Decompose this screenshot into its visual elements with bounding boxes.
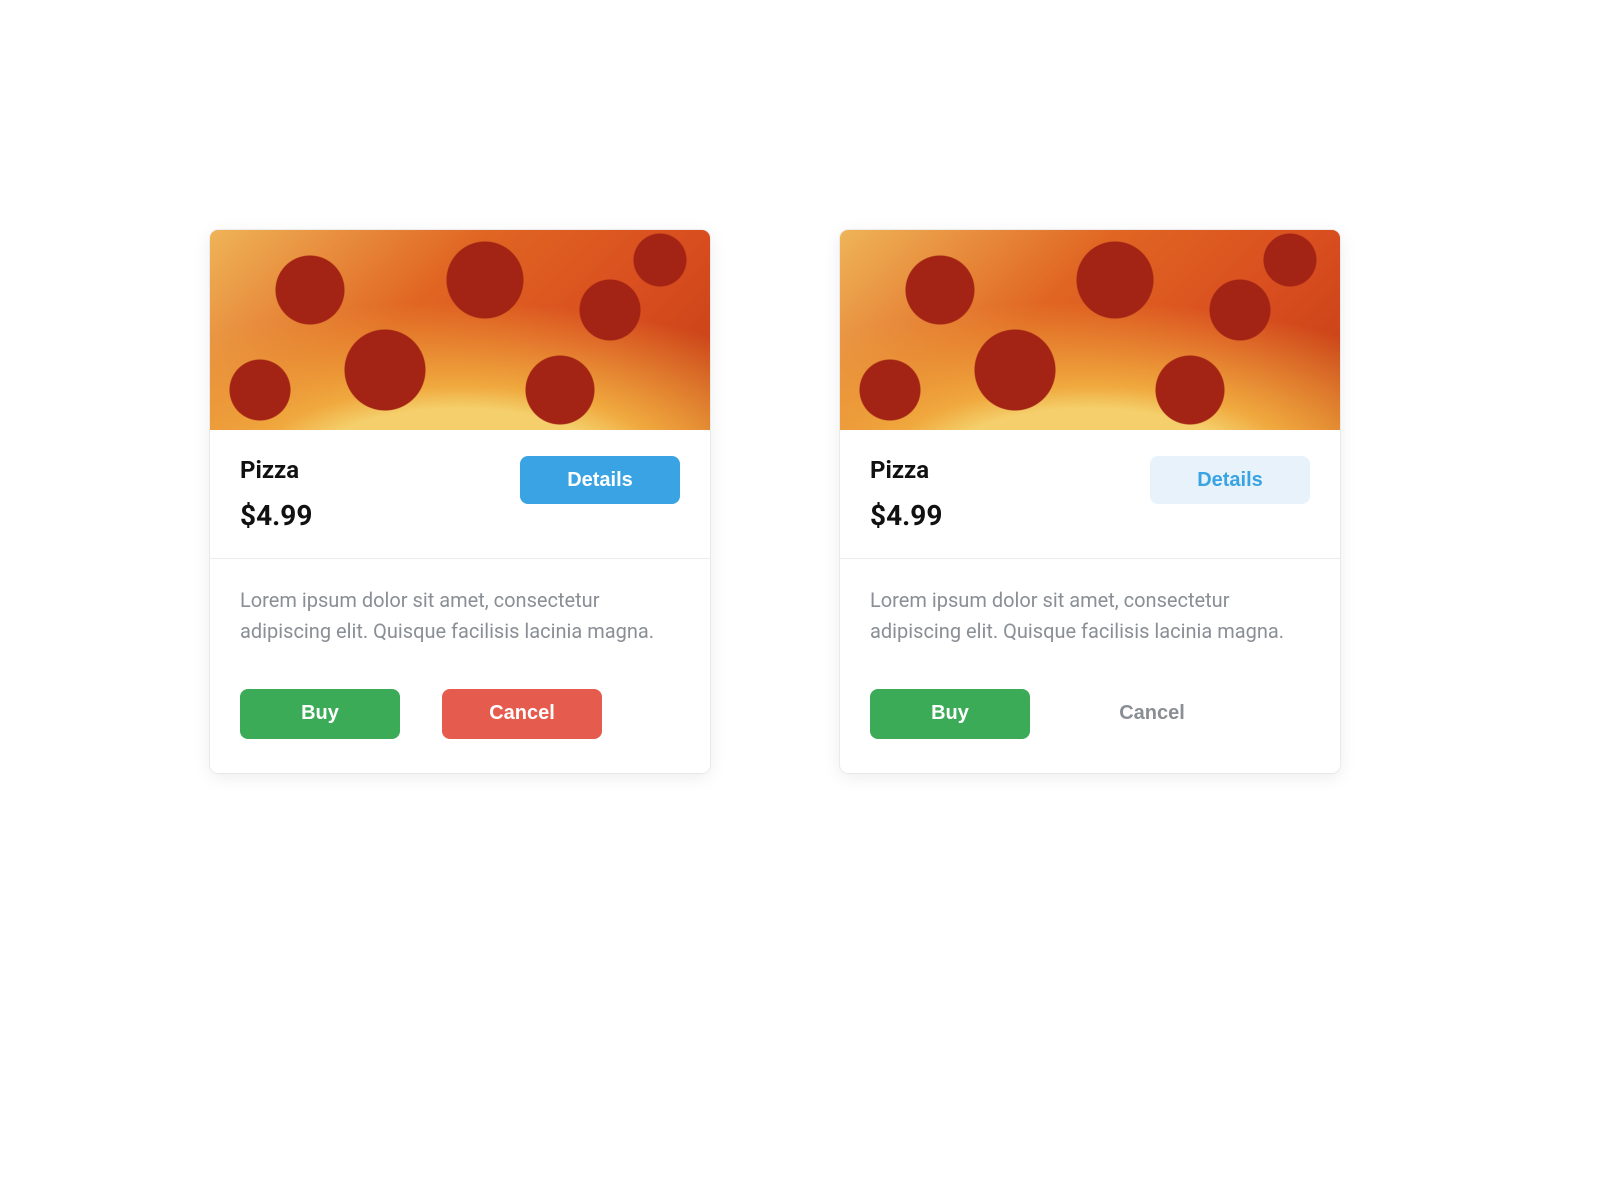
- cancel-button[interactable]: Cancel: [442, 689, 602, 739]
- card-actions: Buy Cancel: [240, 689, 680, 739]
- product-title: Pizza: [870, 456, 942, 485]
- product-description: Lorem ipsum dolor sit amet, consectetur …: [240, 585, 680, 647]
- card-actions: Buy Cancel: [870, 689, 1310, 739]
- card-header: Pizza $4.99 Details: [210, 430, 710, 558]
- details-button[interactable]: Details: [520, 456, 680, 504]
- buy-button[interactable]: Buy: [870, 689, 1030, 739]
- pizza-image: [210, 230, 710, 430]
- card-row: Pizza $4.99 Details Lorem ipsum dolor si…: [210, 230, 1340, 773]
- card-header: Pizza $4.99 Details: [840, 430, 1340, 558]
- product-price: $4.99: [870, 499, 942, 532]
- card-body: Lorem ipsum dolor sit amet, consectetur …: [840, 559, 1340, 773]
- card-heading: Pizza $4.99: [240, 456, 312, 532]
- card-body: Lorem ipsum dolor sit amet, consectetur …: [210, 559, 710, 773]
- product-card: Pizza $4.99 Details Lorem ipsum dolor si…: [210, 230, 710, 773]
- card-heading: Pizza $4.99: [870, 456, 942, 532]
- product-price: $4.99: [240, 499, 312, 532]
- pizza-image: [840, 230, 1340, 430]
- product-card: Pizza $4.99 Details Lorem ipsum dolor si…: [840, 230, 1340, 773]
- product-title: Pizza: [240, 456, 312, 485]
- product-description: Lorem ipsum dolor sit amet, consectetur …: [870, 585, 1310, 647]
- cancel-button[interactable]: Cancel: [1072, 689, 1232, 739]
- buy-button[interactable]: Buy: [240, 689, 400, 739]
- details-button[interactable]: Details: [1150, 456, 1310, 504]
